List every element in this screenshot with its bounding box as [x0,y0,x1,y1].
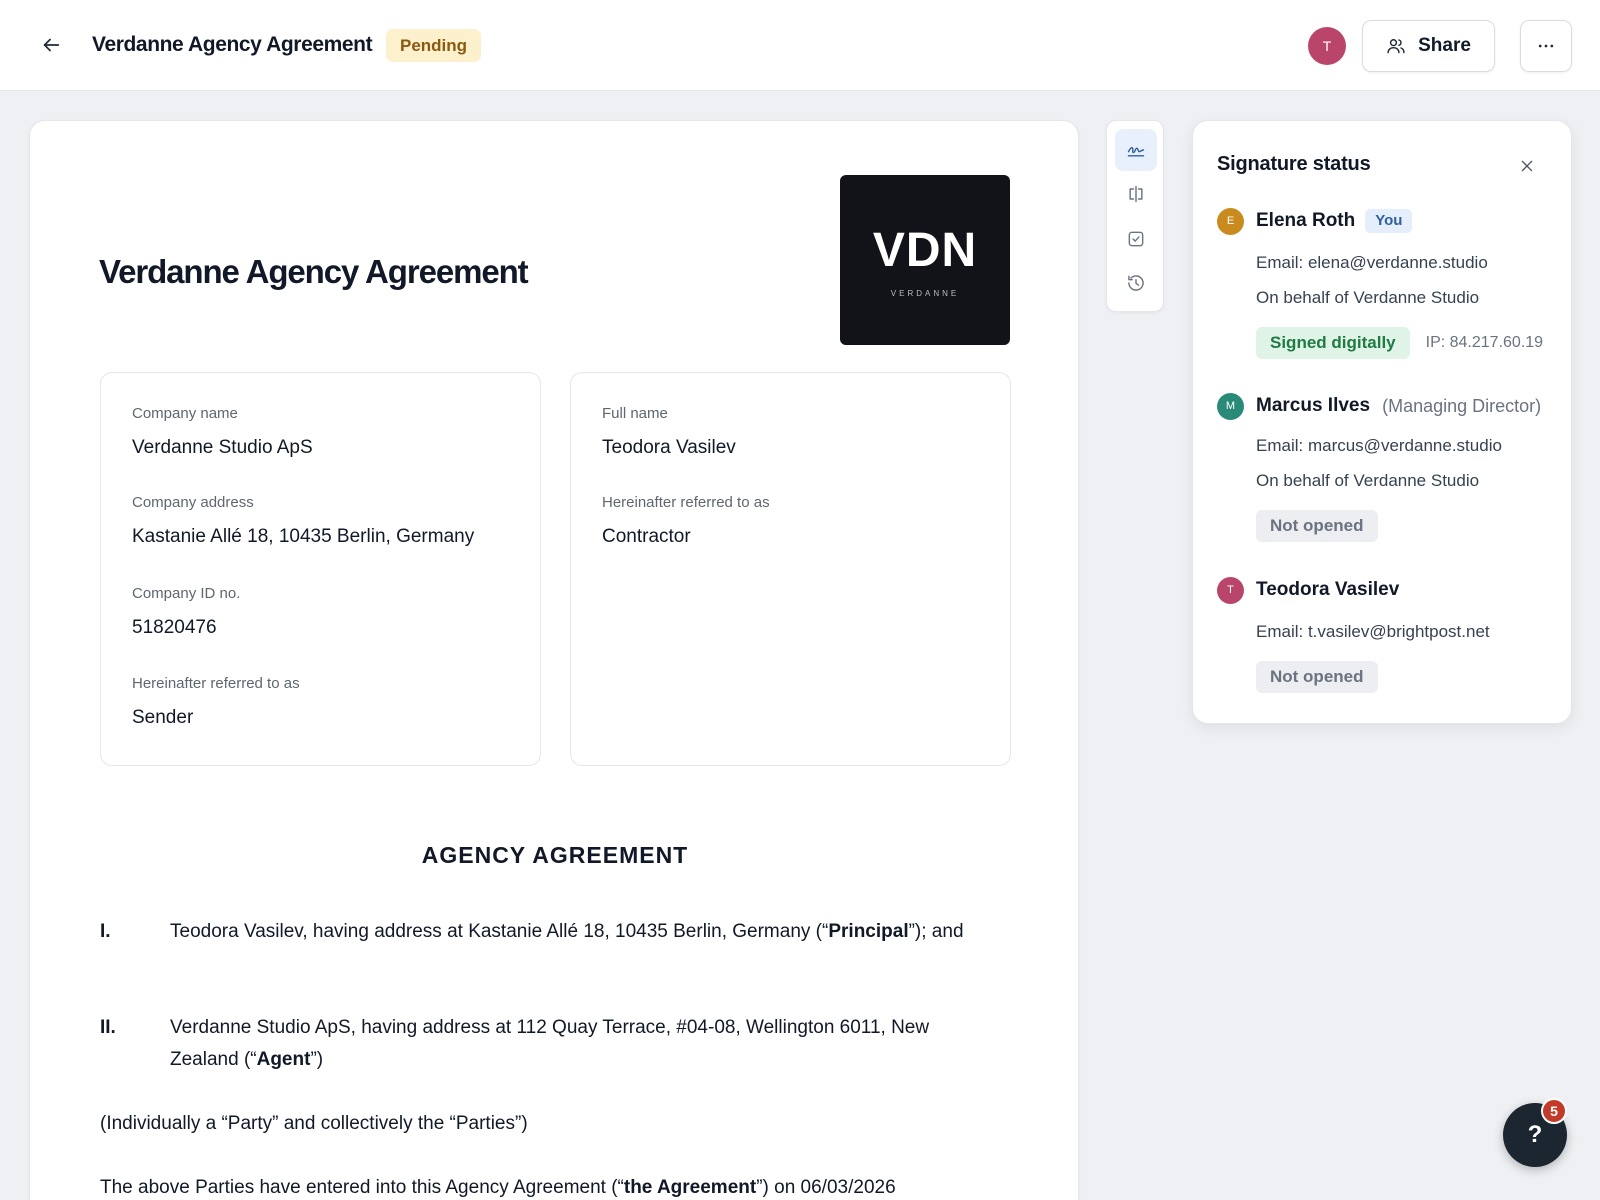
clause-number: I. [100,921,111,942]
back-button[interactable] [36,30,66,60]
signer-avatar: T [1217,576,1244,604]
signer-name: Teodora Vasilev [1256,579,1400,600]
close-panel-button[interactable] [1515,154,1539,178]
not-opened-status-badge: Not opened [1256,510,1378,542]
company-logo: VDN VERDANNE [840,175,1010,345]
document-page: Verdanne Agency Agreement VDN VERDANNE C… [29,120,1079,1200]
signer-item: E Elena Roth You Email: elena@verdanne.s… [1217,207,1557,359]
signer-avatar: E [1217,207,1244,235]
document-title: Verdanne Agency Agreement [92,33,373,56]
signer-email: Email: t.vasilev@brightpost.net [1256,622,1490,641]
not-opened-status-badge: Not opened [1256,661,1378,693]
share-label: Share [1418,35,1471,56]
company-address-value: Kastanie Allé 18, 10435 Berlin, Germany [132,526,475,547]
company-name-value: Verdanne Studio ApS [132,437,313,458]
clause-number: II. [100,1017,116,1038]
recipient-referred-value: Contractor [602,526,691,547]
recipient-referred-field: Hereinafter referred to as Contractor [602,494,770,548]
signer-item: T Teodora Vasilev Email: t.vasilev@brigh… [1217,576,1557,693]
field-label: Full name [602,405,668,422]
field-label: Company address [132,494,254,511]
signer-ip: IP: 84.217.60.19 [1425,334,1544,351]
field-label: Hereinafter referred to as [132,675,300,692]
split-view-icon [1129,185,1143,203]
sender-referred-field: Hereinafter referred to as Sender [132,675,300,729]
tool-rail [1106,120,1164,312]
panel-title: Signature status [1217,153,1371,175]
signer-name: Marcus Ilves [1256,395,1371,416]
top-bar: Verdanne Agency Agreement Pending T Shar… [0,0,1600,91]
signer-status-row: Not opened [1256,510,1557,542]
logo-subtitle: VERDANNE [890,288,960,298]
signer-email: Email: marcus@verdanne.studio [1256,436,1502,455]
signer-status-row: Not opened [1256,661,1557,693]
clause-text: Verdanne Studio ApS, having address at 1… [170,1017,930,1070]
signer-avatar: M [1217,392,1244,420]
full-name-value: Teodora Vasilev [602,437,736,458]
full-name-field: Full name Teodora Vasilev [602,405,736,459]
document-heading: Verdanne Agency Agreement [99,253,529,290]
sender-referred-value: Sender [132,707,194,728]
field-label: Company name [132,405,238,422]
sender-card: Company name Verdanne Studio ApS Company… [100,372,541,766]
status-badge: Pending [386,29,482,62]
signed-status-badge: Signed digitally [1256,327,1410,359]
notification-count-badge: 5 [1541,1098,1567,1124]
signer-status-row: Signed digitally IP: 84.217.60.19 [1256,327,1557,359]
agreement-heading: AGENCY AGREEMENT [421,842,689,868]
field-label: Hereinafter referred to as [602,494,770,511]
company-address-field: Company address Kastanie Allé 18, 10435 … [132,494,474,548]
signature-tool-button[interactable] [1115,129,1157,171]
company-name-field: Company name Verdanne Studio ApS [132,405,313,459]
recipient-card: Full name Teodora Vasilev Hereinafter re… [570,372,1011,766]
history-tool-button[interactable] [1115,262,1157,304]
close-icon [1521,160,1533,172]
signer-header: T Teodora Vasilev [1217,576,1557,604]
history-icon [1128,275,1144,291]
checklist-tool-button[interactable] [1115,218,1157,260]
field-label: Company ID no. [132,585,241,602]
signer-item: M Marcus Ilves (Managing Director) Email… [1217,392,1557,542]
clause-text: Teodora Vasilev, having address at Kasta… [170,921,964,942]
users-icon [1387,39,1405,54]
arrow-left-icon [43,38,60,52]
signer-behalf: On behalf of Verdanne Studio [1256,288,1480,307]
company-id-value: 51820476 [132,617,217,638]
signer-role: (Managing Director) [1382,395,1542,416]
more-options-button[interactable] [1520,20,1572,72]
logo-mark: VDN [872,223,978,277]
signature-icon [1127,146,1145,157]
signer-name: Elena Roth [1256,210,1356,231]
signer-header: E Elena Roth You [1217,207,1557,235]
agreement-entered-text: The above Parties have entered into this… [100,1177,896,1198]
you-badge: You [1365,209,1413,233]
more-horizontal-icon [1538,44,1554,48]
signature-status-panel: Signature status E Elena Roth You Email:… [1192,120,1572,724]
signer-email: Email: elena@verdanne.studio [1256,253,1488,272]
parties-note: (Individually a “Party” and collectively… [100,1113,528,1134]
check-square-icon [1128,231,1144,247]
signer-behalf: On behalf of Verdanne Studio [1256,471,1480,490]
share-button[interactable]: Share [1362,20,1495,72]
compare-tool-button[interactable] [1115,173,1157,215]
company-id-field: Company ID no. 51820476 [132,585,240,639]
user-avatar[interactable]: T [1308,27,1346,65]
signer-header: M Marcus Ilves (Managing Director) [1217,392,1557,420]
